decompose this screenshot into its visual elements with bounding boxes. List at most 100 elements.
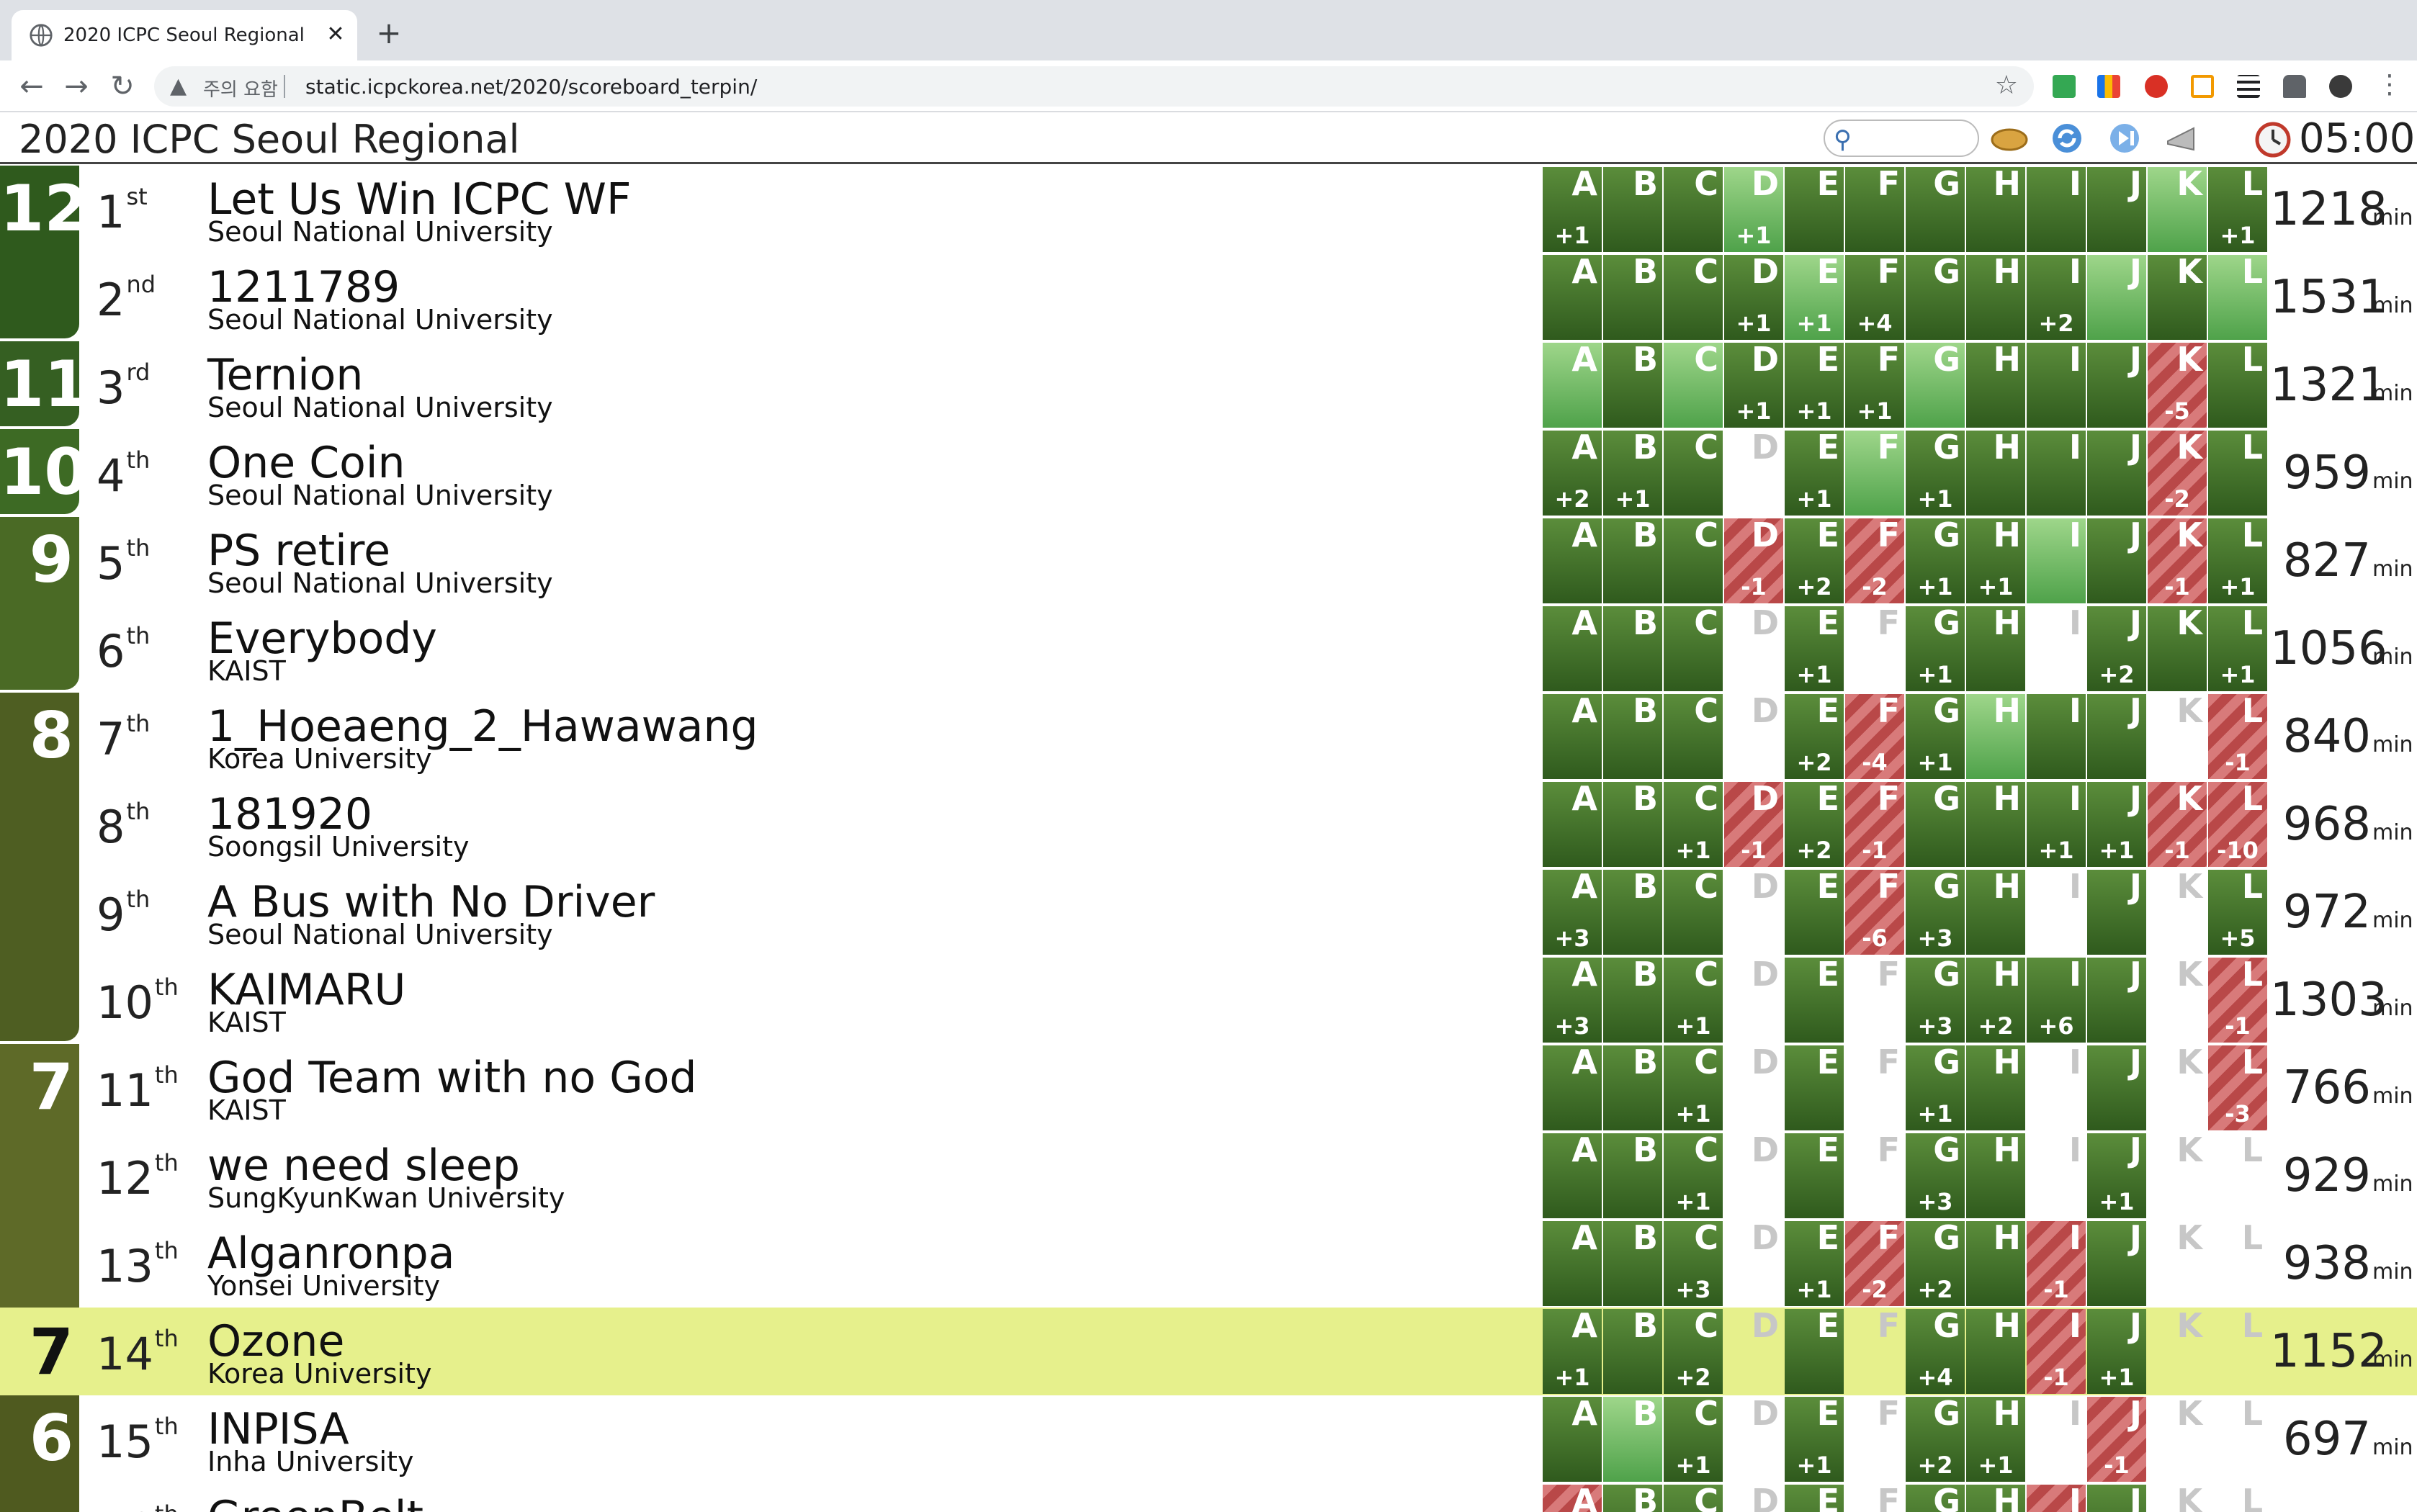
problem-cell-f[interactable]: F +4	[1845, 253, 1904, 340]
problem-cell-k[interactable]: K -5	[2148, 341, 2207, 428]
problem-cell-c[interactable]: C	[1664, 166, 1723, 252]
problem-cell-d[interactable]: D	[1724, 956, 1783, 1043]
problem-cell-i[interactable]: I	[2027, 517, 2086, 603]
back-arrow-icon[interactable]: ←	[14, 69, 49, 104]
problem-cell-f[interactable]: F -2	[1845, 517, 1904, 603]
problem-cell-c[interactable]: C	[1664, 517, 1723, 603]
problem-cell-h[interactable]: H	[1966, 780, 2025, 867]
problem-cell-d[interactable]: D	[1724, 868, 1783, 955]
problem-cell-l[interactable]: L	[2208, 1395, 2267, 1482]
problem-cell-f[interactable]: F	[1845, 429, 1904, 516]
problem-cell-j[interactable]: J	[2087, 253, 2146, 340]
warning-triangle-icon[interactable]: ▲	[170, 73, 187, 99]
problem-cell-i[interactable]: I	[2027, 1483, 2086, 1512]
team-row[interactable]: 15th INPISA Inha University A B C +1 D E +1 F G +2 H +…	[0, 1395, 2417, 1483]
close-tab-icon[interactable]: ✕	[323, 22, 349, 48]
team-row[interactable]: 5th PS retire Seoul National University A B C…	[0, 517, 2417, 605]
problem-cell-e[interactable]: E +2	[1785, 517, 1844, 603]
url-text[interactable]: static.icpckorea.net/2020/scoreboard_ter…	[305, 75, 757, 99]
problem-cell-k[interactable]: K	[2148, 1220, 2207, 1306]
problem-cell-d[interactable]: D	[1724, 429, 1783, 516]
problem-cell-j[interactable]: J	[2087, 868, 2146, 955]
problem-cell-e[interactable]: E +1	[1785, 341, 1844, 428]
problem-cell-g[interactable]: G	[1906, 1483, 1965, 1512]
problem-cell-i[interactable]: I	[2027, 341, 2086, 428]
problem-cell-h[interactable]: H	[1966, 1308, 2025, 1394]
problem-cell-l[interactable]: L +1	[2208, 517, 2267, 603]
problem-cell-c[interactable]: C +1	[1664, 780, 1723, 867]
problem-cell-g[interactable]: G +1	[1906, 517, 1965, 603]
problem-cell-a[interactable]: A +3	[1543, 956, 1602, 1043]
team-row[interactable]: 6th Everybody KAIST A B C D E +1 F G +1 H I J +2 K L +1 105…	[0, 605, 2417, 693]
bookmark-star-icon[interactable]: ☆	[1995, 71, 2018, 100]
team-row[interactable]: 16th GreenBelt A B C D E F G H I J K L	[0, 1483, 2417, 1512]
problem-cell-h[interactable]: H	[1966, 253, 2025, 340]
problem-cell-k[interactable]: K -1	[2148, 780, 2207, 867]
problem-cell-b[interactable]: B	[1603, 956, 1662, 1043]
problem-cell-a[interactable]: A +3	[1543, 868, 1602, 955]
problem-cell-b[interactable]: B	[1603, 1044, 1662, 1130]
problem-cell-b[interactable]: B	[1603, 253, 1662, 340]
problem-cell-j[interactable]: J -1	[2087, 1395, 2146, 1482]
problem-cell-c[interactable]: C +1	[1664, 956, 1723, 1043]
problem-cell-b[interactable]: B	[1603, 1395, 1662, 1482]
problem-cell-a[interactable]: A +1	[1543, 1308, 1602, 1394]
problem-cell-c[interactable]: C +1	[1664, 1395, 1723, 1482]
extension-ac-icon[interactable]	[2053, 75, 2076, 98]
problem-cell-c[interactable]: C	[1664, 605, 1723, 691]
problem-cell-l[interactable]: L	[2208, 1220, 2267, 1306]
problem-cell-g[interactable]: G +1	[1906, 605, 1965, 691]
problem-cell-e[interactable]: E	[1785, 1308, 1844, 1394]
problem-cell-j[interactable]: J	[2087, 1483, 2146, 1512]
security-label[interactable]: 주의 요함	[203, 75, 278, 102]
team-row[interactable]: 2nd 1211789 Seoul National University A B C D +…	[0, 253, 2417, 341]
problem-cell-j[interactable]: J	[2087, 1044, 2146, 1130]
problem-cell-h[interactable]: H +1	[1966, 517, 2025, 603]
problem-cell-l[interactable]: L	[2208, 429, 2267, 516]
browser-tab[interactable]: 2020 ICPC Seoul Regional ✕	[12, 10, 357, 60]
problem-cell-e[interactable]: E	[1785, 868, 1844, 955]
problem-cell-i[interactable]: I +6	[2027, 956, 2086, 1043]
problem-cell-l[interactable]: L -3	[2208, 1044, 2267, 1130]
problem-cell-l[interactable]: L -1	[2208, 956, 2267, 1043]
reload-icon[interactable]: ↻	[105, 69, 140, 104]
problem-cell-l[interactable]: L +1	[2208, 605, 2267, 691]
address-bar[interactable]: ▲ 주의 요함 static.icpckorea.net/2020/scoreb…	[154, 66, 2034, 107]
problem-cell-b[interactable]: B	[1603, 868, 1662, 955]
problem-cell-f[interactable]: F -2	[1845, 1220, 1904, 1306]
problem-cell-a[interactable]: A	[1543, 1132, 1602, 1218]
problem-cell-h[interactable]: H +1	[1966, 1395, 2025, 1482]
problem-cell-a[interactable]: A +2	[1543, 429, 1602, 516]
problem-cell-k[interactable]: K	[2148, 605, 2207, 691]
problem-cell-j[interactable]: J	[2087, 1220, 2146, 1306]
team-row[interactable]: 4th One Coin Seoul National University A +2 B…	[0, 429, 2417, 517]
problem-cell-i[interactable]: I	[2027, 868, 2086, 955]
problem-cell-g[interactable]: G	[1906, 341, 1965, 428]
problem-cell-i[interactable]: I	[2027, 605, 2086, 691]
problem-cell-d[interactable]: D -1	[1724, 517, 1783, 603]
menu-kebab-icon[interactable]: ⋮	[2377, 72, 2403, 98]
problem-cell-i[interactable]: I	[2027, 429, 2086, 516]
problem-cell-e[interactable]: E +2	[1785, 780, 1844, 867]
problem-cell-e[interactable]: E +2	[1785, 693, 1844, 779]
problem-cell-l[interactable]: L +1	[2208, 166, 2267, 252]
problem-cell-d[interactable]: D +1	[1724, 253, 1783, 340]
problem-cell-i[interactable]: I	[2027, 693, 2086, 779]
problem-cell-c[interactable]: C	[1664, 693, 1723, 779]
problem-cell-c[interactable]: C	[1664, 868, 1723, 955]
problem-cell-b[interactable]: B	[1603, 1483, 1662, 1512]
problem-cell-k[interactable]: K	[2148, 1308, 2207, 1394]
problem-cell-h[interactable]: H	[1966, 693, 2025, 779]
ball-icon[interactable]	[1989, 120, 2030, 157]
problem-cell-f[interactable]: F	[1845, 1044, 1904, 1130]
problem-cell-k[interactable]: K	[2148, 1395, 2207, 1482]
problem-cell-b[interactable]: B	[1603, 1220, 1662, 1306]
problem-cell-k[interactable]: K	[2148, 166, 2207, 252]
problem-cell-g[interactable]: G +3	[1906, 956, 1965, 1043]
team-row[interactable]: 12th we need sleep SungKyunKwan University…	[0, 1132, 2417, 1220]
problem-cell-j[interactable]: J +1	[2087, 780, 2146, 867]
problem-cell-i[interactable]: I +2	[2027, 253, 2086, 340]
problem-cell-k[interactable]: K	[2148, 693, 2207, 779]
problem-cell-c[interactable]: C +1	[1664, 1132, 1723, 1218]
problem-cell-e[interactable]: E	[1785, 1044, 1844, 1130]
